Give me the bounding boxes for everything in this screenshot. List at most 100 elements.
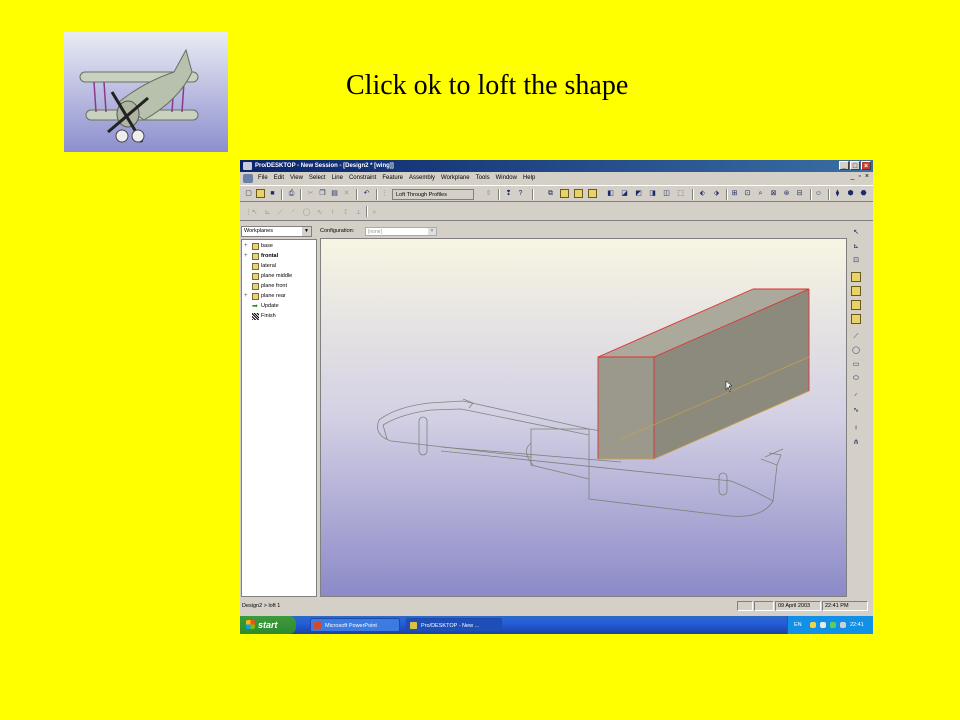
tree-item-base[interactable]: + base <box>244 242 273 251</box>
rotate-icon[interactable]: ⊛ <box>782 189 791 198</box>
start-button[interactable]: start <box>240 616 296 634</box>
menu-help[interactable]: Help <box>520 175 538 181</box>
revolve-icon[interactable] <box>574 189 583 198</box>
paste-icon[interactable]: ▤ <box>330 189 339 198</box>
trim-tool-icon[interactable]: ⟊ <box>328 208 337 217</box>
shell-icon[interactable]: ◨ <box>648 189 657 198</box>
network-icon[interactable] <box>810 622 816 628</box>
constraint-tool-icon[interactable]: ⊾ <box>263 208 272 217</box>
arc-tool-icon[interactable]: ◜ <box>289 208 298 217</box>
view-icon[interactable]: ⧉ <box>546 189 555 198</box>
tree-item-finish[interactable]: Finish <box>244 312 276 321</box>
draft-icon[interactable]: ◫ <box>662 189 671 198</box>
print-icon[interactable]: ⎙ <box>287 189 296 198</box>
chevron-down-icon[interactable]: ▼ <box>428 228 436 235</box>
design-viewport[interactable] <box>320 238 847 597</box>
chamfer-icon[interactable]: ◩ <box>634 189 643 198</box>
ellipse-tool-icon[interactable]: ⬭ <box>851 374 861 384</box>
drawing-icon[interactable]: ⬣ <box>859 189 868 198</box>
volume-icon[interactable] <box>820 622 826 628</box>
taskbar-item-prodesktop[interactable]: Pro/DESKTOP - New ... <box>406 618 502 632</box>
spline-tool-icon[interactable]: ∿ <box>851 406 861 416</box>
loft-icon[interactable]: ◧ <box>606 189 615 198</box>
menu-line[interactable]: Line <box>329 175 346 181</box>
zoom-icon[interactable]: ⌕ <box>756 189 765 198</box>
tray-app-icon[interactable] <box>840 622 846 628</box>
circle-tool-icon[interactable]: ◯ <box>302 208 311 217</box>
menu-file[interactable]: File <box>255 175 271 181</box>
select-tool-icon[interactable]: ↖ <box>250 208 259 217</box>
menu-assembly[interactable]: Assembly <box>406 175 438 181</box>
tree-item-update[interactable]: ➡ Update <box>244 302 279 311</box>
security-icon[interactable] <box>830 622 836 628</box>
smiley-icon[interactable]: ☺ <box>814 189 823 198</box>
expand-toggle[interactable]: + <box>244 242 250 251</box>
pattern-icon[interactable]: ⬚ <box>676 189 685 198</box>
configuration-select[interactable]: [none] ▼ <box>365 227 437 236</box>
line-tool-icon[interactable]: ⟋ <box>851 332 861 342</box>
doc-restore-button[interactable]: ▫ <box>858 173 860 180</box>
tree-item-plane-rear[interactable]: + plane rear <box>244 292 286 301</box>
trim-tool-icon[interactable]: ⟊ <box>851 424 861 434</box>
tree-item-plane-front[interactable]: plane front <box>244 282 287 291</box>
dimension-icon[interactable]: ⬗ <box>712 189 721 198</box>
blend-icon[interactable]: ◪ <box>620 189 629 198</box>
menu-workplane[interactable]: Workplane <box>438 175 473 181</box>
search-icon[interactable]: ⌕ <box>370 208 379 217</box>
sweep-tool-icon[interactable] <box>851 300 861 310</box>
view-orient-icon[interactable]: ⊟ <box>795 189 804 198</box>
menu-edit[interactable]: Edit <box>271 175 287 181</box>
line-tool-icon[interactable]: ⟋ <box>276 208 285 217</box>
expand-toggle[interactable]: + <box>244 292 250 301</box>
minimize-button[interactable]: _ <box>839 161 849 170</box>
pan-icon[interactable]: ⊠ <box>769 189 778 198</box>
feature-option-icon[interactable]: ⇕ <box>484 189 493 198</box>
taskbar-item-powerpoint[interactable]: Microsoft PowerPoint <box>310 618 400 632</box>
doc-minimize-button[interactable]: _ <box>851 173 855 180</box>
tree-item-plane-middle[interactable]: plane middle <box>244 272 292 281</box>
tree-item-frontal[interactable]: + frontal <box>244 252 278 261</box>
expand-toggle[interactable]: + <box>244 252 250 261</box>
zoom-box-icon[interactable]: ⊡ <box>743 189 752 198</box>
scrollbar[interactable] <box>866 224 873 596</box>
undo-icon[interactable]: ↶ <box>362 189 371 198</box>
clock[interactable]: 22:41 <box>850 616 864 634</box>
part-icon[interactable]: ⬢ <box>846 189 855 198</box>
extrude-tool-icon[interactable] <box>851 272 861 282</box>
delete-icon[interactable]: ✕ <box>342 189 351 198</box>
help-icon[interactable]: ❢ <box>504 189 513 198</box>
assembly-icon[interactable]: ⧫ <box>833 189 842 198</box>
mirror-tool-icon[interactable]: ⟂ <box>354 208 363 217</box>
menu-select[interactable]: Select <box>306 175 329 181</box>
spline-tool-icon[interactable]: ∿ <box>315 208 324 217</box>
cut-icon[interactable]: ✂ <box>306 189 315 198</box>
context-help-icon[interactable]: ? <box>516 189 525 198</box>
language-indicator[interactable]: EN <box>794 616 802 634</box>
save-icon[interactable]: ■ <box>268 189 277 198</box>
sweep-icon[interactable] <box>588 189 597 198</box>
menu-feature[interactable]: Feature <box>379 175 406 181</box>
select-tool-icon[interactable]: ↖ <box>851 228 861 238</box>
close-button[interactable]: × <box>861 161 871 170</box>
zoom-fit-icon[interactable]: ⊞ <box>730 189 739 198</box>
loft-feature-field[interactable]: Loft Through Profiles <box>392 189 474 200</box>
offset-tool-icon[interactable]: ⟟ <box>341 208 350 217</box>
menu-tools[interactable]: Tools <box>473 175 493 181</box>
chevron-down-icon[interactable]: ▼ <box>302 227 311 236</box>
tree-item-lateral[interactable]: lateral <box>244 262 276 271</box>
maximize-button[interactable]: □ <box>850 161 860 170</box>
constraint-tool-icon[interactable]: ⊾ <box>851 242 861 252</box>
pattern-tool-icon[interactable]: ⋔ <box>851 438 861 448</box>
new-file-icon[interactable]: ▢ <box>244 189 253 198</box>
dimension-tool-icon[interactable]: ⊡ <box>851 256 861 266</box>
open-folder-icon[interactable] <box>256 189 265 198</box>
arc-tool-icon[interactable]: ◜ <box>851 392 861 402</box>
menu-constraint[interactable]: Constraint <box>346 175 379 181</box>
revolve-tool-icon[interactable] <box>851 286 861 296</box>
menu-view[interactable]: View <box>287 175 306 181</box>
document-icon[interactable] <box>243 173 253 183</box>
sketch-icon[interactable]: ⬖ <box>698 189 707 198</box>
extrude-icon[interactable] <box>560 189 569 198</box>
copy-icon[interactable]: ❐ <box>318 189 327 198</box>
menu-window[interactable]: Window <box>493 175 520 181</box>
